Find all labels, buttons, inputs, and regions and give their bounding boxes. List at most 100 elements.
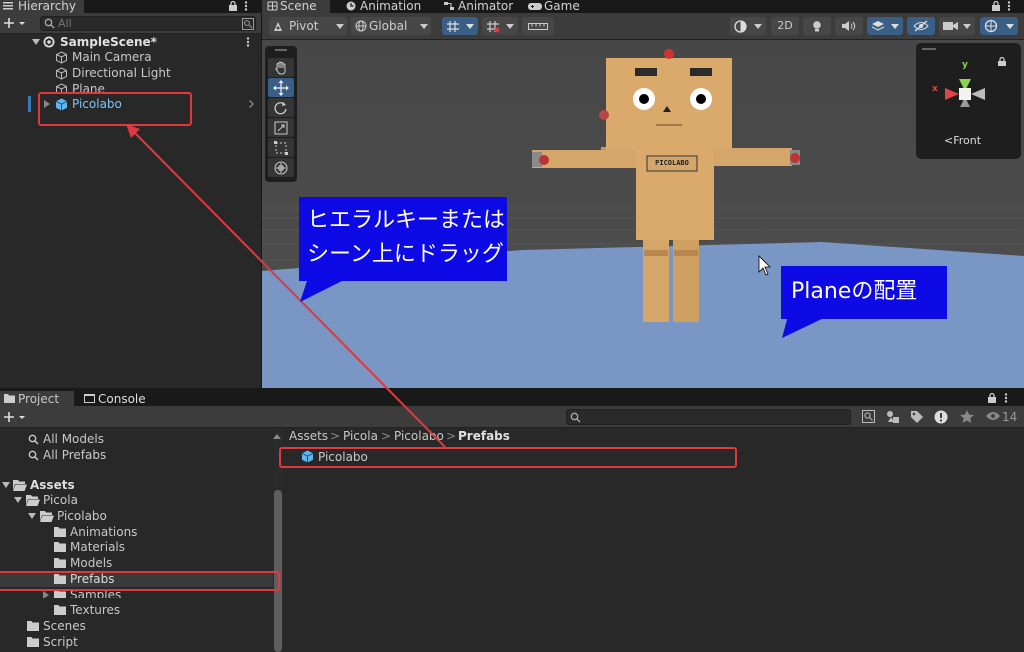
folder-assets[interactable]: Assets	[0, 477, 273, 493]
folder-icon	[54, 558, 66, 568]
folder-item[interactable]: Textures	[0, 602, 273, 618]
animation-clock-icon	[346, 1, 356, 11]
folder-icon	[27, 637, 39, 647]
folder-label: Assets	[30, 478, 75, 492]
project-toolbar: 14	[0, 406, 1024, 428]
breadcrumb-current: Prefabs	[458, 429, 510, 443]
tab-animation[interactable]: Animation	[342, 0, 432, 13]
favorite-item[interactable]: All Prefabs	[0, 447, 273, 463]
folder-label: Picola	[43, 493, 78, 507]
hidden-objects-button[interactable]	[907, 17, 935, 35]
project-search-input[interactable]	[566, 409, 851, 425]
folder-item[interactable]: Scenes	[0, 618, 273, 634]
filter-by-label-icon[interactable]	[910, 410, 923, 423]
lock-icon[interactable]	[988, 393, 996, 403]
camera-icon	[943, 21, 958, 31]
eye-slash-icon	[913, 20, 929, 32]
scene-name: SampleScene*	[60, 35, 157, 49]
more-icon[interactable]	[1007, 1, 1011, 11]
breadcrumb-item[interactable]: Picolabo	[394, 428, 444, 445]
folder-item[interactable]: Materials	[0, 539, 273, 555]
tab-project[interactable]: Project	[0, 391, 74, 406]
folder-label: Picolabo	[57, 509, 107, 523]
folder-label: Script	[43, 635, 78, 649]
gizmo-view-label[interactable]: <Front	[944, 134, 981, 147]
rect-tool-button[interactable]	[268, 138, 294, 157]
ruler-button[interactable]	[522, 17, 554, 35]
folder-label: Models	[70, 556, 113, 570]
lock-icon[interactable]	[229, 1, 237, 11]
tab-hierarchy[interactable]: Hierarchy	[0, 0, 84, 13]
tab-animator[interactable]: Animator	[440, 0, 520, 13]
chevron-down-icon	[506, 24, 514, 29]
expand-arrow-icon[interactable]	[14, 497, 22, 503]
import-log-icon[interactable]	[934, 410, 948, 424]
globe-icon	[355, 20, 367, 32]
filter-by-type-icon[interactable]	[886, 410, 900, 423]
transform-tool-button[interactable]	[268, 158, 294, 177]
more-icon[interactable]	[1004, 393, 1008, 403]
folder-item[interactable]: Script	[0, 634, 273, 650]
tool-palette	[265, 46, 297, 182]
grid-snapping-button[interactable]	[442, 17, 478, 35]
orientation-gizmo[interactable]: y x <Front	[916, 43, 1021, 159]
shading-mode-button[interactable]	[730, 17, 766, 35]
expand-arrow-icon[interactable]	[28, 513, 36, 519]
breadcrumb-item[interactable]: Picola	[343, 428, 378, 445]
search-by-type-icon[interactable]	[862, 410, 875, 423]
breadcrumb-up-icon[interactable]	[273, 434, 281, 439]
more-icon[interactable]	[244, 1, 248, 11]
tab-console[interactable]: Console	[80, 391, 160, 406]
camera-settings-button[interactable]	[939, 17, 975, 35]
global-dropdown[interactable]: Global	[351, 17, 431, 35]
transform-icon	[274, 161, 288, 175]
scale-tool-button[interactable]	[268, 118, 294, 137]
search-filter-icon[interactable]	[242, 18, 254, 30]
callout-plane-label: Planeの配置	[791, 279, 918, 304]
pivot-dropdown[interactable]: Pivot	[269, 17, 347, 35]
breadcrumb-item[interactable]: Assets	[289, 428, 328, 445]
lock-icon[interactable]	[992, 1, 1000, 11]
rect-transform-icon	[274, 141, 288, 155]
increment-snap-button[interactable]	[482, 17, 518, 35]
scene-tabbar: Scene Animation Animator Game	[262, 0, 1024, 13]
palette-grip[interactable]	[275, 49, 287, 51]
folder-picola[interactable]: Picola	[0, 492, 273, 508]
favorite-item[interactable]: All Models	[0, 431, 273, 447]
hand-tool-button[interactable]	[268, 58, 294, 77]
tab-game[interactable]: Game	[526, 0, 586, 13]
folder-icon	[4, 394, 15, 403]
animator-icon	[444, 1, 454, 11]
hierarchy-search-input[interactable]: All	[40, 16, 256, 31]
favorite-star-icon[interactable]	[960, 410, 974, 423]
gameobject-cube-icon	[55, 51, 68, 64]
scene-row[interactable]: SampleScene*	[0, 34, 261, 50]
rotate-tool-button[interactable]	[268, 98, 294, 117]
audio-toggle-button[interactable]	[835, 17, 863, 35]
chevron-right-icon[interactable]	[249, 100, 254, 108]
folder-item[interactable]: Models	[0, 555, 273, 571]
gizmos-button[interactable]	[980, 17, 1018, 35]
gizmo-grip[interactable]	[922, 48, 936, 50]
hierarchy-item[interactable]: Directional Light	[0, 65, 261, 81]
create-asset-button[interactable]	[4, 410, 28, 424]
folder-picolabo[interactable]: Picolabo	[0, 508, 273, 524]
light-bulb-icon	[811, 20, 823, 32]
hierarchy-item[interactable]: Main Camera	[0, 49, 261, 65]
expand-arrow-icon[interactable]	[43, 591, 49, 598]
robot-sign-text: PICOLABO	[655, 159, 689, 167]
2d-toggle-button[interactable]: 2D	[771, 17, 799, 35]
effects-button[interactable]	[867, 17, 903, 35]
expand-arrow-icon[interactable]	[2, 482, 10, 488]
add-object-button[interactable]	[4, 16, 28, 30]
move-tool-button[interactable]	[268, 78, 294, 97]
tab-animator-label: Animator	[458, 0, 514, 13]
chevron-down-icon	[336, 24, 344, 29]
scene-toolbar: Pivot Global 2D	[262, 13, 1024, 40]
expand-arrow-icon[interactable]	[32, 39, 40, 45]
lighting-toggle-button[interactable]	[803, 17, 831, 35]
scene-more-icon[interactable]	[246, 37, 250, 47]
visibility-eye-icon[interactable]	[986, 411, 1000, 421]
folder-item[interactable]: Animations	[0, 524, 273, 540]
tab-scene[interactable]: Scene	[262, 0, 330, 13]
